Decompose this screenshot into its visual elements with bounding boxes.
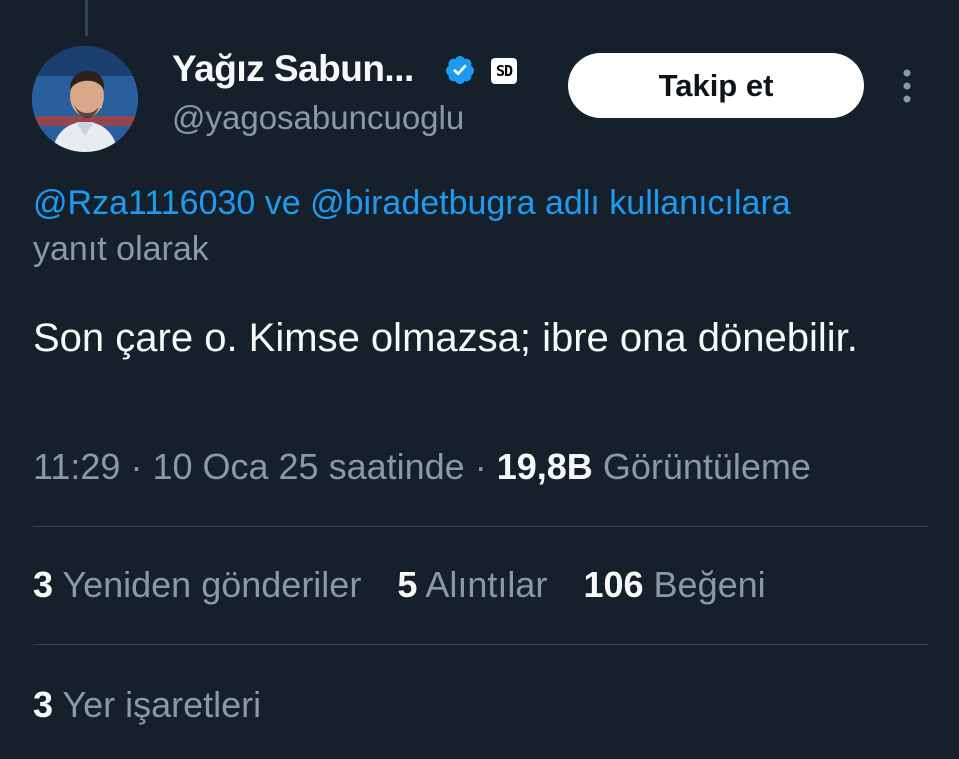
reply-context: @Rza1116030 ve @biradetbugra adlı kullan… (33, 180, 943, 272)
bookmarks-label: Yer işaretleri (62, 684, 262, 725)
more-vertical-icon[interactable] (898, 66, 916, 106)
author-display-name[interactable]: Yağız Sabun... (172, 48, 414, 90)
likes-stat[interactable]: 106 Beğeni (583, 564, 765, 606)
avatar-photo (32, 46, 138, 152)
author-handle[interactable]: @yagosabuncuoglu (172, 99, 464, 137)
engagement-stats: 3 Yeniden gönderiler 5 Alıntılar 106 Beğ… (33, 564, 792, 606)
reply-context-line2: yanıt olarak (33, 230, 209, 268)
likes-count: 106 (583, 564, 644, 605)
meta-separator: · (474, 446, 487, 487)
mention-link[interactable]: @biradetbugra (310, 184, 535, 222)
quotes-stat[interactable]: 5 Alıntılar (397, 564, 547, 606)
affiliate-badge-icon[interactable]: SD (491, 58, 517, 84)
reposts-count: 3 (33, 564, 54, 605)
reply-connector: ve (264, 184, 301, 222)
mention-link[interactable]: @Rza1116030 (33, 184, 255, 222)
tweet-meta: 11:29 · 10 Oca 25 saatinde · 19,8B Görün… (33, 446, 811, 488)
views-label[interactable]: Görüntüleme (603, 446, 811, 487)
tweet-detail: Yağız Sabun... SD @yagosabuncuoglu Takip… (0, 0, 959, 759)
tweet-date[interactable]: 10 Oca 25 saatinde (152, 446, 464, 487)
bookmarks-count: 3 (33, 684, 54, 725)
divider (33, 644, 928, 645)
likes-label: Beğeni (653, 564, 766, 605)
thread-connector-line (85, 0, 88, 36)
avatar[interactable] (32, 46, 138, 152)
verified-badge-icon[interactable] (444, 54, 476, 86)
tweet-time[interactable]: 11:29 (33, 446, 120, 487)
quotes-label: Alıntılar (425, 564, 548, 605)
reply-context-tail: adlı kullanıcılara (545, 184, 791, 222)
meta-separator: · (130, 446, 143, 487)
tweet-text: Son çare o. Kimse olmazsa; ibre ona döne… (33, 316, 858, 360)
views-count[interactable]: 19,8B (497, 446, 593, 487)
follow-button[interactable]: Takip et (568, 53, 864, 118)
quotes-count: 5 (397, 564, 418, 605)
reposts-stat[interactable]: 3 Yeniden gönderiler (33, 564, 361, 606)
bookmarks-stat[interactable]: 3 Yer işaretleri (33, 684, 261, 726)
divider (33, 526, 928, 527)
reply-context-line1: @Rza1116030 ve @biradetbugra adlı kullan… (33, 180, 943, 226)
reposts-label: Yeniden gönderiler (62, 564, 362, 605)
